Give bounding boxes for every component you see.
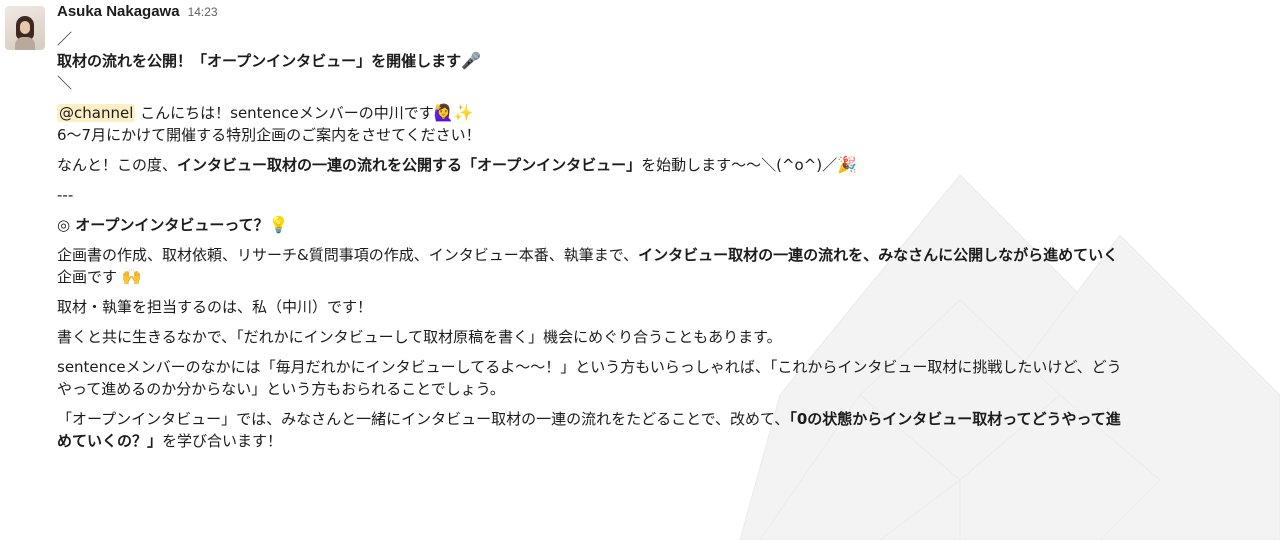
avatar[interactable]	[5, 6, 45, 50]
p5-text-bold-2: めていくの？」	[57, 432, 163, 450]
raised-hands-icon: 🙌	[121, 267, 142, 286]
divider-text: ---	[57, 186, 74, 204]
greeting-line: @channel こんにちは！sentenceメンバーの中川です🙋‍♀️✨	[57, 102, 1272, 124]
microphone-icon: 🎤	[461, 51, 482, 70]
section-title: ◎ オープンインタビューって？💡	[57, 214, 1272, 236]
paragraph-3: 書くと共に生きるなかで、「だれかにインタビューして取材原稿を書く」機会にめぐり合…	[57, 328, 782, 346]
light-bulb-icon: 💡	[268, 215, 289, 234]
message-timestamp[interactable]: 14:23	[188, 5, 218, 19]
p1-text-a: 企画書の作成、取材依頼、リサーチ&質問事項の作成、インタビュー本番、執筆まで、	[57, 246, 639, 264]
greeting-text: こんにちは！sentenceメンバーの中川です	[135, 104, 434, 122]
p1-text-c: 企画です	[57, 268, 118, 286]
message-header: Asuka Nakagawa 14:23	[57, 3, 218, 27]
party-popper-icon: 🎉	[837, 155, 858, 174]
p5-text-bold-1: 「0の状態からインタビュー取材ってどうやって進	[789, 410, 1121, 428]
decor-slash: ／	[57, 30, 73, 48]
announcement-title-text: 取材の流れを公開！「オープンインタビュー」を開催します	[57, 52, 462, 70]
message-body: ／ 取材の流れを公開！「オープンインタビュー」を開催します🎤 ＼ @channe…	[57, 28, 1272, 452]
avatar-body	[15, 37, 35, 50]
raising-hand-sparkles-icon: 🙋‍♀️✨	[433, 103, 474, 122]
start-text-bold: インタビュー取材の一連の流れを公開する「オープンインタビュー」	[177, 156, 642, 174]
p5-text-c: を学び合います！	[162, 432, 283, 450]
paragraph-5-line-1: 「オープンインタビュー」では、みなさんと一緒にインタビュー取材の一連の流れをたど…	[57, 408, 1272, 430]
sender-name[interactable]: Asuka Nakagawa	[57, 3, 180, 20]
p1-text-bold: インタビュー取材の一連の流れを、みなさんに公開しながら進めていく	[638, 246, 1119, 264]
paragraph-2: 取材・執筆を担当するのは、私（中川）です！	[57, 298, 373, 316]
section-title-text: ◎ オープンインタビューって？	[57, 216, 269, 234]
start-line: なんと！この度、インタビュー取材の一連の流れを公開する「オープンインタビュー」を…	[57, 154, 1272, 176]
start-text-a: なんと！この度、	[57, 156, 178, 174]
announcement-title: 取材の流れを公開！「オープンインタビュー」を開催します🎤	[57, 50, 1272, 72]
paragraph-4-line-1: sentenceメンバーのなかには「毎月だれかにインタビューしてるよ〜〜！」とい…	[57, 358, 1122, 376]
paragraph-1-line-1: 企画書の作成、取材依頼、リサーチ&質問事項の作成、インタビュー本番、執筆まで、イ…	[57, 244, 1272, 266]
channel-mention[interactable]: @channel	[57, 104, 136, 122]
paragraph-5-line-2: めていくの？」を学び合います！	[57, 430, 1272, 452]
paragraph-1-line-2: 企画です 🙌	[57, 266, 1272, 288]
intro-line: 6〜7月にかけて開催する特別企画のご案内をさせてください！	[57, 126, 481, 144]
avatar-face	[20, 21, 30, 34]
chat-message: Asuka Nakagawa 14:23 ／ 取材の流れを公開！「オープンインタ…	[0, 0, 1280, 540]
start-text-c: を始動します〜〜＼(^o^)／	[641, 156, 838, 174]
p5-text-a: 「オープンインタビュー」では、みなさんと一緒にインタビュー取材の一連の流れをたど…	[57, 410, 790, 428]
decor-backslash: ＼	[57, 74, 73, 92]
paragraph-4-line-2: やって進めるのか分からない」という方もおられることでしょう。	[57, 380, 505, 398]
